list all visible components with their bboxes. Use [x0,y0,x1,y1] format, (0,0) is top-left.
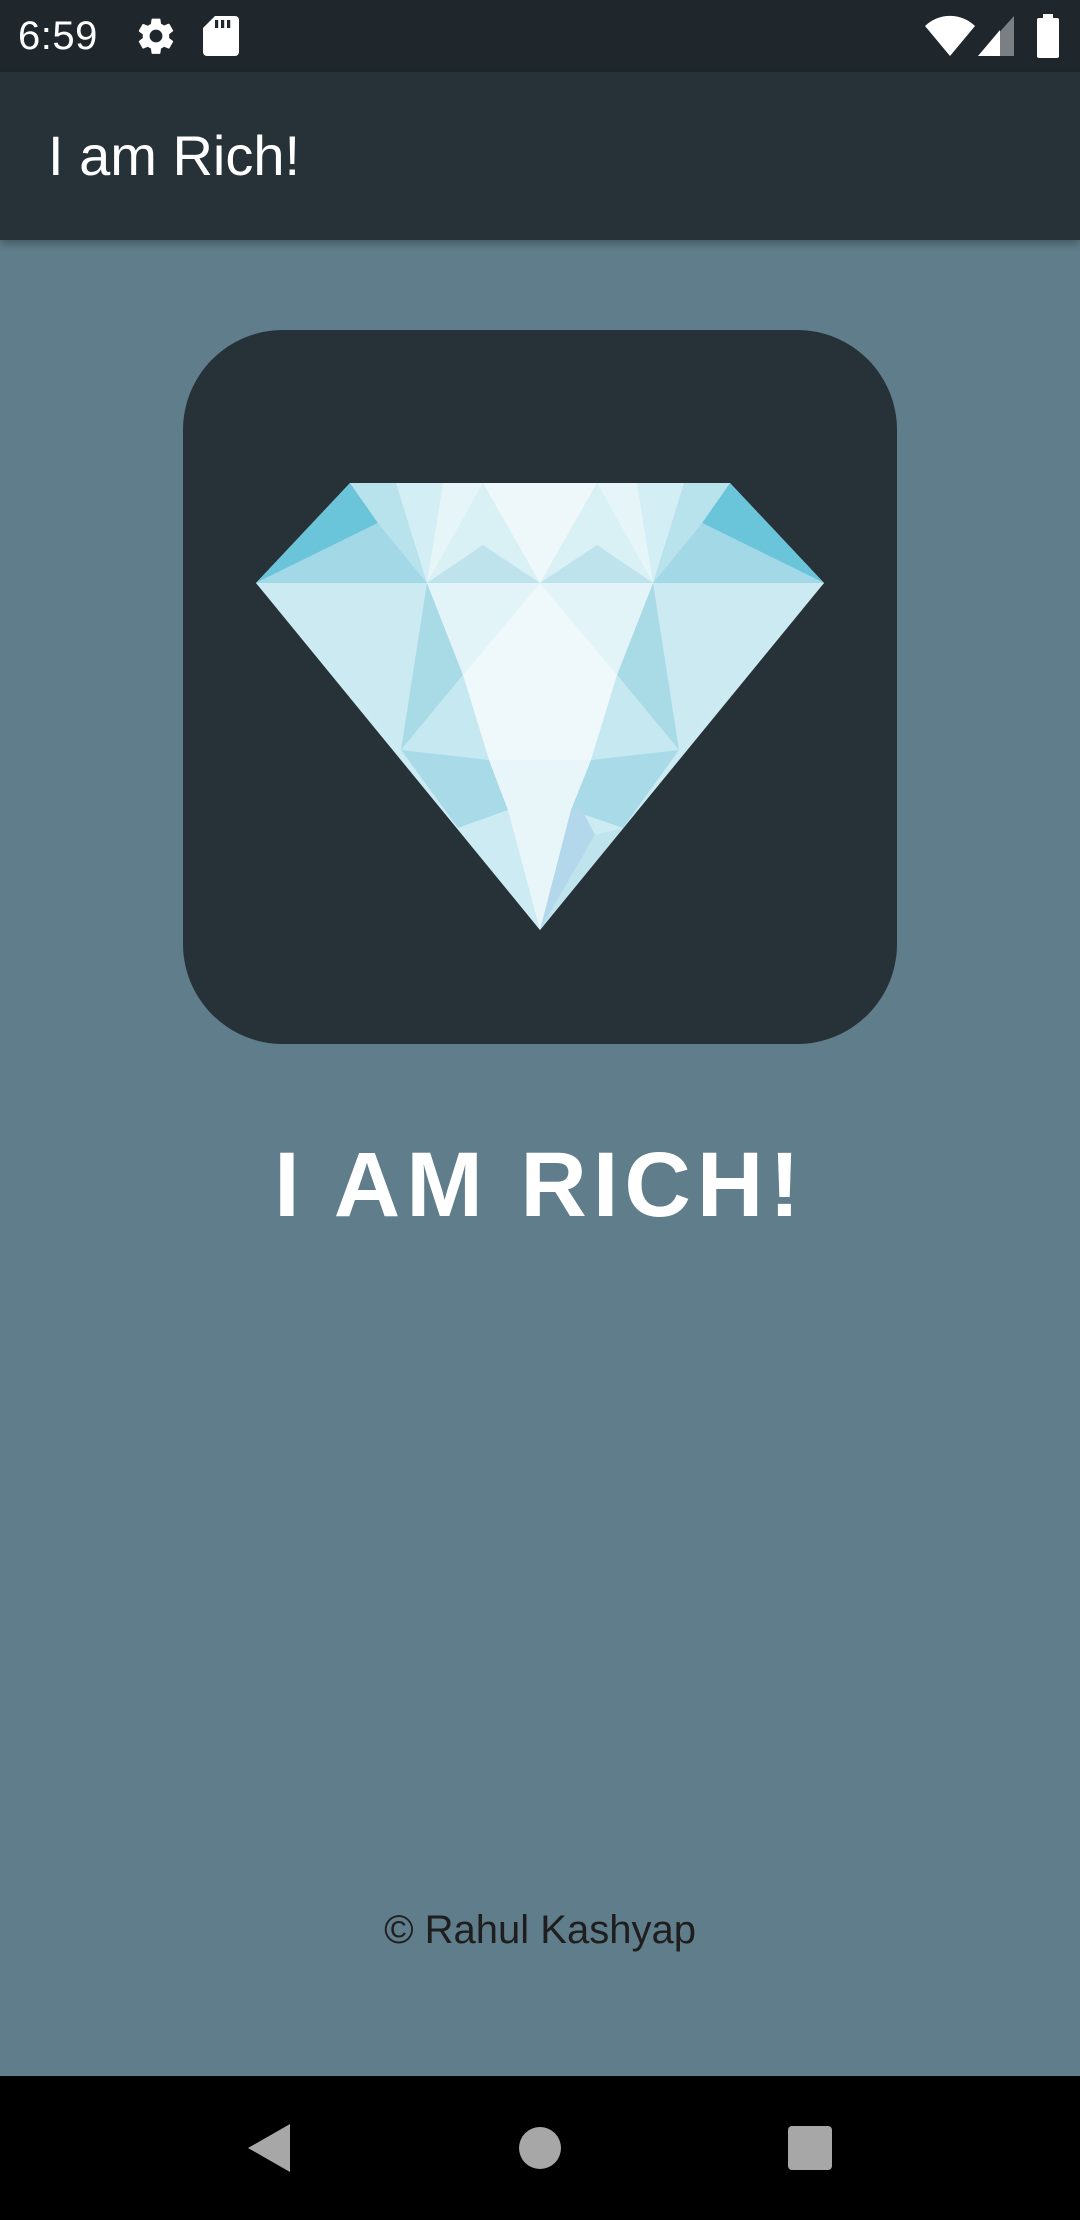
back-button[interactable] [196,2076,340,2220]
battery-icon [1036,14,1060,63]
headline: I AM RICH! [274,1134,806,1236]
app-bar: I am Rich! [0,72,1080,240]
sd-card-icon [201,14,241,63]
app-title: I am Rich! [48,124,301,187]
status-bar: 6:59 [0,0,1080,72]
recents-icon [788,2126,832,2170]
recents-button[interactable] [738,2076,882,2220]
status-time: 6:59 [18,14,98,58]
home-icon [519,2127,561,2169]
credit-text: © Rahul Kashyap [384,1908,696,1952]
navigation-bar [0,2076,1080,2220]
home-button[interactable] [468,2076,612,2220]
cell-signal-icon [978,14,1014,63]
diamond-icon [256,483,824,930]
diamond-image-card [183,330,897,1044]
gear-icon [134,14,178,63]
wifi-icon [924,14,976,63]
back-icon [248,2124,290,2172]
